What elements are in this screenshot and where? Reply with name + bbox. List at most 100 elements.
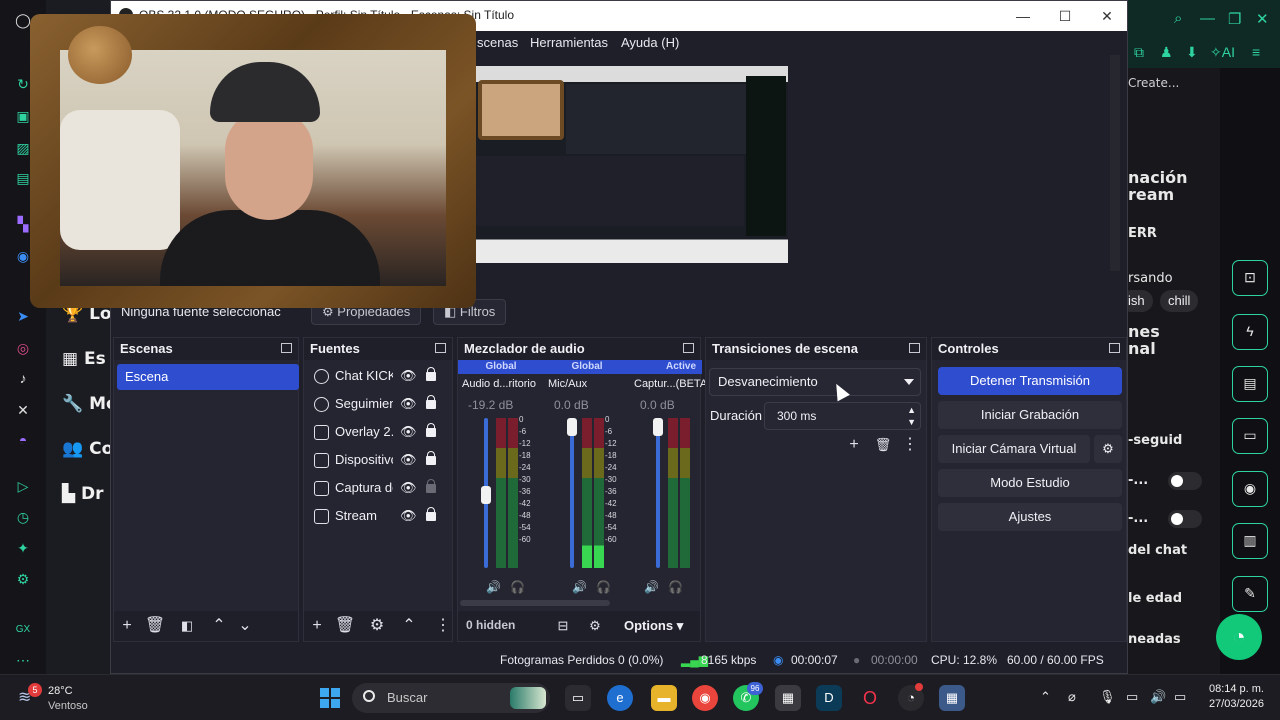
source-item[interactable]: Chat KICK 👁 <box>304 363 454 391</box>
panel-item[interactable]: neadas <box>1128 632 1181 647</box>
source-item[interactable]: Seguimien 👁 <box>304 391 454 419</box>
speaker-icon[interactable]: 🔊 <box>486 580 501 594</box>
chat-icon[interactable]: ▭ <box>1232 418 1268 454</box>
trash-icon[interactable]: 🗑 <box>872 434 894 456</box>
start-virtual-camera-button[interactable]: Iniciar Cámara Virtual <box>938 435 1090 463</box>
duration-input[interactable]: 300 ms ▲ ▼ <box>764 402 921 430</box>
task-view-icon[interactable]: ▭ <box>565 685 591 711</box>
minimize-icon[interactable]: — <box>1200 10 1215 27</box>
settings-button[interactable]: Ajustes <box>938 503 1122 531</box>
channel-name[interactable]: Audio d...ritorio <box>462 378 536 390</box>
document-icon[interactable]: ▤ <box>1232 366 1268 402</box>
fader-handle[interactable] <box>567 418 577 436</box>
extensions-icon[interactable]: ✦ <box>13 538 33 558</box>
lock-icon[interactable] <box>426 395 436 409</box>
speaker-icon[interactable]: 🔊 <box>572 580 587 594</box>
channel-name[interactable]: Mic/Aux <box>548 378 587 390</box>
restore-icon[interactable]: ❐ <box>1228 10 1241 28</box>
mixer-scrollbar[interactable] <box>460 600 610 606</box>
broadcast-icon[interactable]: ◉ <box>1232 471 1268 507</box>
battery-icon[interactable]: ▭ <box>1174 689 1186 705</box>
panel-item[interactable]: del chat <box>1128 543 1187 558</box>
move-up-icon[interactable]: ⌃ <box>208 615 230 637</box>
x-icon[interactable]: ✕ <box>13 400 33 420</box>
wrench-icon[interactable]: ✎ <box>1232 576 1268 612</box>
scene-item[interactable]: Escena <box>117 364 299 390</box>
more-icon[interactable]: ⋮ <box>899 434 921 456</box>
options-dropdown[interactable]: Options ▾ <box>624 618 683 634</box>
eye-icon[interactable]: 👁 <box>400 396 417 412</box>
menu-tools[interactable]: Herramientas <box>530 35 608 50</box>
source-item[interactable]: Captura de 👁 <box>304 475 454 503</box>
transition-select[interactable]: Desvanecimiento <box>709 368 921 396</box>
web-menu-item[interactable]: ▦ Es <box>62 349 106 371</box>
media-player-icon[interactable]: ▦ <box>775 685 801 711</box>
close-button[interactable]: ✕ <box>1087 4 1127 28</box>
menu-help[interactable]: Ayuda (H) <box>621 35 679 50</box>
clock[interactable]: 08:14 p. m. 27/03/2026 <box>1204 683 1264 710</box>
stop-streaming-button[interactable]: Detener Transmisión <box>938 367 1122 395</box>
start-recording-button[interactable]: Iniciar Grabación <box>938 401 1122 429</box>
create-link[interactable]: Create... <box>1128 76 1179 90</box>
disney-icon[interactable]: D <box>816 685 842 711</box>
trash-icon[interactable]: 🗑 <box>334 615 356 637</box>
lock-icon[interactable] <box>426 423 436 437</box>
player-icon[interactable]: ▷ <box>13 476 33 496</box>
undock-icon[interactable] <box>435 343 446 353</box>
lock-icon[interactable] <box>426 507 436 521</box>
eye-icon[interactable]: 👁 <box>400 480 417 496</box>
menu-scenes[interactable]: scenas <box>477 35 518 50</box>
volume-icon[interactable]: 🔊 <box>1150 689 1166 705</box>
speaker-icon[interactable]: 🔊 <box>644 580 659 594</box>
fader-handle[interactable] <box>653 418 663 436</box>
volume-fader[interactable] <box>570 418 574 568</box>
download-icon[interactable]: ⬇ <box>1186 44 1198 61</box>
discord-icon[interactable]: ◓ <box>13 430 33 450</box>
lock-icon[interactable] <box>426 451 436 465</box>
undock-icon[interactable] <box>1109 343 1120 353</box>
account-icon[interactable]: ♟ <box>1160 44 1173 61</box>
lock-icon[interactable] <box>426 367 436 381</box>
web-menu-item[interactable]: 👥 Co <box>62 439 113 461</box>
eye-icon[interactable]: 👁 <box>400 452 417 468</box>
minimize-button[interactable]: — <box>1003 4 1043 28</box>
studio-mode-button[interactable]: Modo Estudio <box>938 469 1122 497</box>
history-icon[interactable]: ◷ <box>13 507 33 527</box>
channel-name[interactable]: Captur...(BETA) <box>634 378 711 390</box>
edge-icon[interactable]: e <box>607 685 633 711</box>
gx-icon[interactable]: GX <box>13 620 33 640</box>
bolt-icon[interactable]: ϟ <box>1232 314 1268 350</box>
toggle-switch[interactable] <box>1168 510 1202 528</box>
virtual-camera-settings-icon[interactable]: ⚙ <box>1094 435 1122 463</box>
tray-overflow-icon[interactable]: ⌃ <box>1040 689 1051 705</box>
eye-icon[interactable]: 👁 <box>400 424 417 440</box>
source-item[interactable]: Dispositivo 👁 <box>304 447 454 475</box>
filter-icon[interactable]: ◧ <box>176 615 198 637</box>
eye-icon[interactable]: 👁 <box>400 508 417 524</box>
close-icon[interactable]: ✕ <box>1256 10 1269 28</box>
preview-scrollbar[interactable] <box>1110 55 1120 271</box>
more-icon[interactable]: ⋯ <box>13 650 33 670</box>
extensions-icon[interactable]: ⧉ <box>1134 44 1144 61</box>
headphones-icon[interactable]: 🎧 <box>510 580 525 594</box>
fader-handle[interactable] <box>481 486 491 504</box>
capture-icon[interactable]: ⊡ <box>1232 260 1268 296</box>
layout-icon[interactable]: ⊟ <box>552 615 574 637</box>
panel-item[interactable]: -... <box>1128 511 1148 526</box>
eye-icon[interactable]: 👁 <box>400 368 417 384</box>
maximize-button[interactable]: ☐ <box>1045 4 1085 28</box>
taskbar-search[interactable]: Buscar <box>352 683 550 713</box>
gear-icon[interactable]: ⚙ <box>366 615 388 637</box>
display-icon[interactable]: ▭ <box>1126 689 1138 705</box>
ai-icon[interactable]: ✧AI <box>1210 44 1235 61</box>
panel-item[interactable]: -seguid <box>1128 433 1182 448</box>
hidden-count[interactable]: 0 hidden <box>466 618 515 632</box>
web-menu-item[interactable]: ▙ Dr <box>62 484 104 506</box>
add-icon[interactable]: + <box>843 434 865 456</box>
instagram-icon[interactable]: ◎ <box>13 338 33 358</box>
panel-item[interactable]: -... <box>1128 473 1148 488</box>
trash-icon[interactable]: 🗑 <box>144 615 166 637</box>
undock-icon[interactable] <box>909 343 920 353</box>
more-icon[interactable]: ⋮ <box>432 615 454 637</box>
tiktok-icon[interactable]: ♪ <box>13 368 33 388</box>
